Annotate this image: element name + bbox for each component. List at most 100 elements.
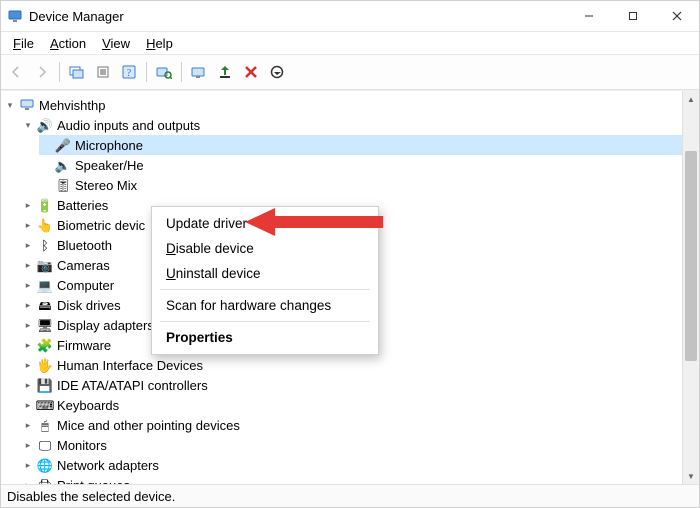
menu-help[interactable]: Help <box>138 34 181 53</box>
expand-icon[interactable] <box>3 98 17 112</box>
expand-icon[interactable] <box>21 238 35 252</box>
category-icon: 🧩 <box>37 337 53 353</box>
toolbar-show-hidden-button[interactable] <box>66 61 88 83</box>
category-network-adapters[interactable]: 🌐Network adapters <box>21 455 682 475</box>
category-icon: 🖵 <box>37 437 53 453</box>
expand-icon[interactable] <box>21 258 35 272</box>
expand-icon[interactable] <box>21 358 35 372</box>
toolbar-uninstall-button[interactable] <box>240 61 262 83</box>
category-print-queues[interactable]: 🖨Print queues <box>21 475 682 484</box>
category-icon: 🔋 <box>37 197 53 213</box>
category-label: IDE ATA/ATAPI controllers <box>57 378 208 393</box>
menu-action-rest: ction <box>59 36 86 51</box>
toolbar-scan-button[interactable] <box>153 61 175 83</box>
titlebar: Device Manager <box>1 1 699 32</box>
menubar: File Action View Help <box>1 32 699 55</box>
device-microphone[interactable]: 🎤 Microphone <box>39 135 682 155</box>
expand-icon[interactable] <box>21 418 35 432</box>
toolbar-back-button[interactable] <box>5 61 27 83</box>
close-button[interactable] <box>655 1 699 31</box>
context-uninstall-device[interactable]: Uninstall device <box>152 261 378 286</box>
menu-help-rest: elp <box>155 36 172 51</box>
expand-icon[interactable] <box>21 438 35 452</box>
category-label: Bluetooth <box>57 238 112 253</box>
expand-icon[interactable] <box>21 218 35 232</box>
expand-icon[interactable] <box>21 338 35 352</box>
context-scan-hardware[interactable]: Scan for hardware changes <box>152 293 378 318</box>
category-audio[interactable]: 🔊 Audio inputs and outputs <box>21 115 682 135</box>
category-label: Disk drives <box>57 298 121 313</box>
category-monitors[interactable]: 🖵 Monitors <box>21 435 682 455</box>
category-label: Keyboards <box>57 398 119 413</box>
device-label: Stereo Mix <box>75 178 137 193</box>
context-disable-device[interactable]: Disable device <box>152 236 378 261</box>
category-ide-ata-atapi-controllers[interactable]: 💾IDE ATA/ATAPI controllers <box>21 375 682 395</box>
tree-root-label: Mehvishthp <box>39 98 105 113</box>
toolbar-disable-button[interactable] <box>266 61 288 83</box>
toolbar-help-button[interactable]: ? <box>118 61 140 83</box>
maximize-button[interactable] <box>611 1 655 31</box>
category-icon: 🖥 <box>37 317 53 333</box>
computer-icon <box>19 97 35 113</box>
expand-icon[interactable] <box>21 278 35 292</box>
category-label: Batteries <box>57 198 108 213</box>
category-audio-label: Audio inputs and outputs <box>57 118 200 133</box>
device-icon: 🔈 <box>55 157 71 173</box>
minimize-button[interactable] <box>567 1 611 31</box>
device-label: Speaker/He <box>75 158 144 173</box>
category-human-interface-devices[interactable]: 🖐Human Interface Devices <box>21 355 682 375</box>
category-label: Human Interface Devices <box>57 358 203 373</box>
expand-icon[interactable] <box>21 318 35 332</box>
context-separator <box>160 321 370 322</box>
expand-icon[interactable] <box>21 298 35 312</box>
scroll-up-icon[interactable]: ▲ <box>683 91 699 107</box>
toolbar-separator <box>181 62 182 82</box>
expand-icon[interactable] <box>21 478 35 484</box>
category-label: Computer <box>57 278 114 293</box>
category-icon: 📷 <box>37 257 53 273</box>
category-mice-and-other-pointing-devices[interactable]: 🖱 Mice and other pointing devices <box>21 415 682 435</box>
tree-root[interactable]: Mehvishthp <box>3 95 682 115</box>
device-speaker-he[interactable]: 🔈 Speaker/He <box>39 155 682 175</box>
device-icon: 🎤 <box>55 137 71 153</box>
toolbar: ? <box>1 55 699 90</box>
toolbar-update-driver-button[interactable] <box>188 61 210 83</box>
menu-action[interactable]: Action <box>42 34 94 53</box>
category-label: Mice and other pointing devices <box>57 418 240 433</box>
category-keyboards[interactable]: ⌨ Keyboards <box>21 395 682 415</box>
expand-icon[interactable] <box>21 378 35 392</box>
toolbar-forward-button[interactable] <box>31 61 53 83</box>
vertical-scrollbar[interactable]: ▲ ▼ <box>682 91 699 484</box>
context-menu: Update driver Disable device Uninstall d… <box>151 206 379 355</box>
expand-icon[interactable] <box>21 118 35 132</box>
category-icon: 🖱 <box>37 417 53 433</box>
scroll-down-icon[interactable]: ▼ <box>683 468 699 484</box>
statusbar: Disables the selected device. <box>1 484 699 507</box>
window-controls <box>567 1 699 31</box>
category-label: Cameras <box>57 258 110 273</box>
device-label: Microphone <box>75 138 143 153</box>
scroll-thumb[interactable] <box>685 151 697 361</box>
category-icon: ⌨ <box>37 397 53 413</box>
expand-icon[interactable] <box>21 398 35 412</box>
expand-icon[interactable] <box>21 198 35 212</box>
toolbar-enable-button[interactable] <box>214 61 236 83</box>
device-manager-window: Device Manager File Action View Help <box>0 0 700 508</box>
toolbar-properties-button[interactable] <box>92 61 114 83</box>
svg-text:?: ? <box>127 68 132 79</box>
category-label: Monitors <box>57 438 107 453</box>
toolbar-separator <box>146 62 147 82</box>
menu-file-rest: ile <box>21 36 34 51</box>
menu-view[interactable]: View <box>94 34 138 53</box>
window-title: Device Manager <box>29 9 124 24</box>
expand-icon[interactable] <box>21 458 35 472</box>
device-stereo-mix[interactable]: 🎚Stereo Mix <box>39 175 682 195</box>
category-icon: 🖨 <box>37 477 53 484</box>
category-icon: 👆 <box>37 217 53 233</box>
device-tree[interactable]: Mehvishthp 🔊 Audio inputs and outputs 🎤 M… <box>1 91 682 484</box>
category-icon: 💻 <box>37 277 53 293</box>
menu-file[interactable]: File <box>5 34 42 53</box>
context-properties[interactable]: Properties <box>152 325 378 350</box>
context-update-driver[interactable]: Update driver <box>152 211 378 236</box>
category-label: Firmware <box>57 338 111 353</box>
